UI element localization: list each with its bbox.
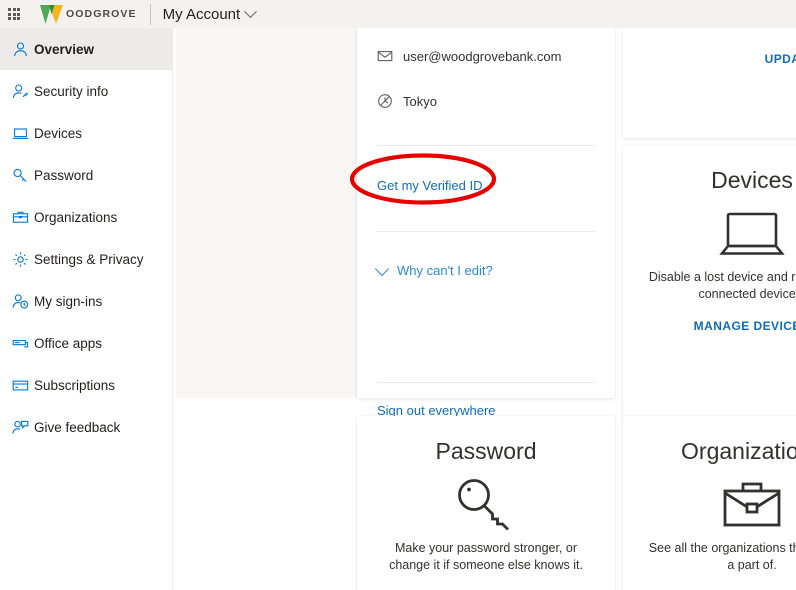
sidebar-item-label: My sign-ins: [34, 293, 103, 309]
divider: [377, 382, 595, 383]
update-info-card: UPDATE INFO: [623, 28, 796, 138]
sidebar-item-security-info[interactable]: Security info: [0, 70, 172, 112]
devices-tile-card: Devices Disable a lost device and review…: [623, 145, 796, 417]
brand-home-link[interactable]: OODGROVE: [39, 4, 137, 25]
clock-icon: [377, 93, 393, 109]
why-cant-i-edit-toggle[interactable]: Why can't I edit?: [374, 261, 595, 278]
woodgrove-logo-icon: [39, 4, 65, 25]
sidebar-item-label: Office apps: [34, 335, 103, 351]
briefcase-icon: [12, 208, 34, 226]
sidebar-item-organizations[interactable]: Organizations: [0, 196, 172, 238]
chevron-down-icon: [374, 261, 390, 276]
chevron-down-icon: [244, 4, 258, 18]
password-tile-card: Password Make your password stronger, or…: [357, 416, 615, 590]
profile-banner-panel: [176, 28, 357, 398]
account-menu-button[interactable]: My Account: [162, 4, 258, 23]
manage-devices-link[interactable]: MANAGE DEVICES: [694, 319, 796, 333]
divider: [377, 145, 595, 146]
tile-title: Devices: [711, 167, 793, 193]
sidebar-item-give-feedback[interactable]: Give feedback: [0, 406, 172, 448]
sidebar-item-label: Security info: [34, 83, 109, 99]
key-icon: [12, 166, 34, 184]
manage-devices-label: MANAGE DEVICES: [693, 319, 796, 333]
sidebar-item-subscriptions[interactable]: Subscriptions: [0, 364, 172, 406]
sidebar-item-label: Settings & Privacy: [34, 251, 144, 267]
tile-description: Disable a lost device and review your co…: [648, 270, 796, 301]
sidebar-item-label: Subscriptions: [34, 377, 116, 393]
person-icon: [12, 40, 34, 58]
sidebar-item-label: Organizations: [34, 209, 118, 225]
person-key-icon: [12, 82, 34, 100]
account-menu-label: My Account: [162, 5, 241, 23]
topbar-divider: [149, 3, 151, 25]
email-row: user@woodgrovebank.com: [377, 48, 595, 64]
update-info-label: UPDATE INFO: [764, 52, 796, 66]
profile-info-card: user@woodgrovebank.com Tokyo Get my Veri…: [357, 28, 615, 418]
tile-title: Password: [435, 438, 537, 464]
key-icon: [357, 474, 615, 536]
tile-description: See all the organizations that you are a…: [648, 541, 796, 572]
get-verified-id-link[interactable]: Get my Verified ID: [377, 178, 482, 193]
app-launcher-button[interactable]: [0, 0, 28, 28]
update-info-link[interactable]: UPDATE INFO: [765, 52, 796, 66]
main-content-area: user@woodgrovebank.com Tokyo Get my Veri…: [174, 28, 796, 590]
sidebar-item-overview[interactable]: Overview: [0, 28, 172, 70]
gear-icon: [12, 250, 34, 268]
sidebar-item-office-apps[interactable]: Office apps: [0, 322, 172, 364]
organizations-tile-card: Organizations See all the organizations …: [623, 416, 796, 590]
envelope-icon: [377, 48, 393, 64]
sidebar-navigation: Overview Security info Devices Password …: [0, 28, 173, 590]
divider: [377, 231, 595, 232]
apps-bar-icon: [12, 334, 34, 352]
why-cant-i-edit-label: Why can't I edit?: [397, 263, 493, 278]
briefcase-icon: [623, 474, 796, 536]
timezone-value: Tokyo: [403, 93, 437, 109]
sidebar-item-label: Password: [34, 167, 94, 183]
tile-description: Make your password stronger, or change i…: [389, 541, 583, 572]
sidebar-item-label: Give feedback: [34, 419, 121, 435]
sidebar-item-my-sign-ins[interactable]: My sign-ins: [0, 280, 172, 322]
sidebar-item-devices[interactable]: Devices: [0, 112, 172, 154]
email-value: user@woodgrovebank.com: [403, 48, 562, 64]
laptop-icon: [12, 124, 34, 142]
person-chat-icon: [12, 418, 34, 436]
sidebar-item-label: Devices: [34, 125, 83, 141]
card-icon: [12, 376, 34, 394]
laptop-icon: [623, 203, 796, 265]
sidebar-item-password[interactable]: Password: [0, 154, 172, 196]
brand-name: OODGROVE: [66, 8, 137, 20]
person-clock-icon: [12, 292, 34, 310]
sidebar-item-settings-privacy[interactable]: Settings & Privacy: [0, 238, 172, 280]
timezone-row: Tokyo: [377, 93, 595, 109]
sidebar-item-label: Overview: [34, 41, 95, 57]
tile-title: Organizations: [681, 438, 796, 464]
top-app-bar: OODGROVE My Account: [0, 0, 796, 28]
app-launcher-grid-icon: [8, 8, 20, 20]
